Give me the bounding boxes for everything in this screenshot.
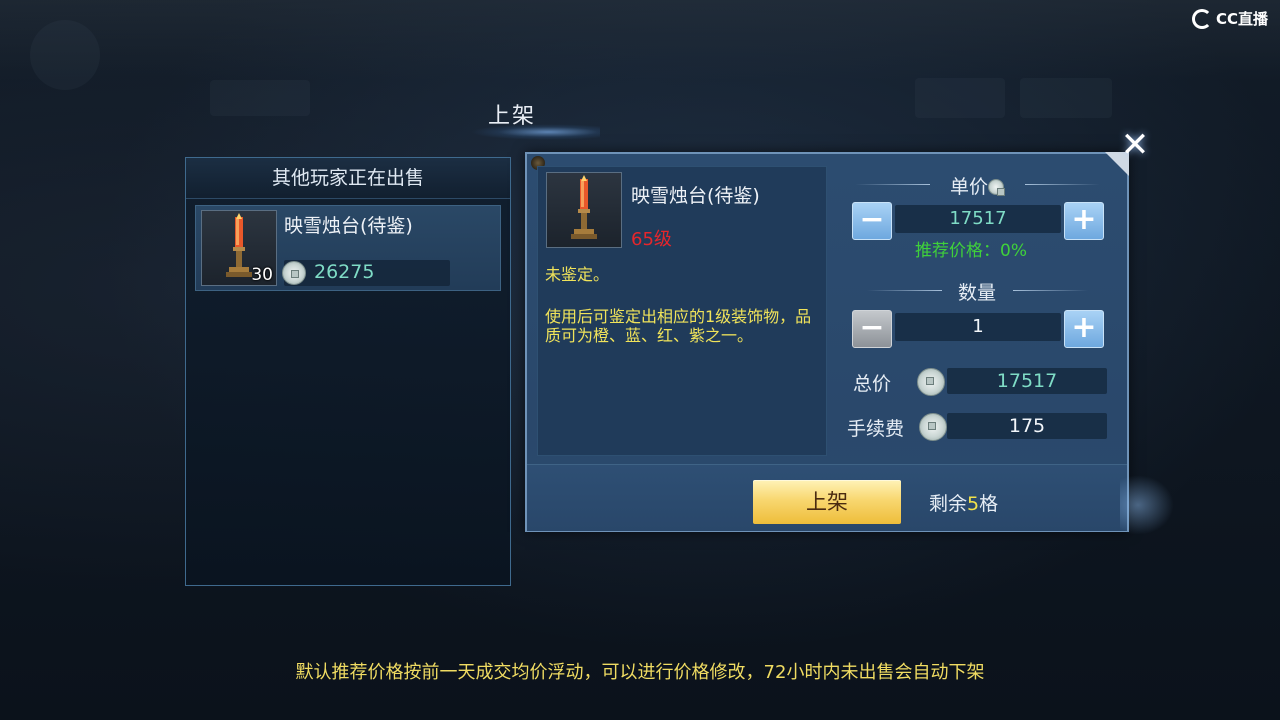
divider <box>1025 184 1100 185</box>
dialog-footer: 上架 剩余5格 <box>527 464 1127 531</box>
item-slot[interactable] <box>546 172 622 248</box>
divider <box>867 290 942 291</box>
unit-price-minus-button[interactable]: − <box>852 202 892 240</box>
divider <box>855 184 930 185</box>
cc-logo-icon <box>1191 8 1212 29</box>
item-slot[interactable]: 30 <box>201 210 277 286</box>
unit-price-plus-button[interactable]: + <box>1064 202 1104 240</box>
background-hud-button <box>1020 78 1112 118</box>
list-item-button[interactable]: 上架 <box>753 480 901 524</box>
unit-price-label: 单价 <box>949 176 988 198</box>
quantity-minus-button[interactable]: − <box>852 310 892 348</box>
background-hud-button <box>210 80 310 116</box>
listing-dialog: 映雪烛台(待鉴) 65级 未鉴定。 使用后可鉴定出相应的1级装饰物，品质可为橙、… <box>525 152 1129 532</box>
watermark-text: CC直播 <box>1215 10 1268 28</box>
total-label: 总价 <box>853 373 892 395</box>
market-listing[interactable]: 30 映雪烛台(待鉴) 26275 <box>195 205 501 291</box>
quantity-field[interactable]: 1 <box>895 313 1061 341</box>
sparkle-decoration <box>1120 470 1180 540</box>
item-status: 未鉴定。 <box>545 265 610 284</box>
game-screen: CC直播 上架 其他玩家正在出售 30 映雪烛台(待鉴) 26275 映雪烛台(… <box>0 0 1280 720</box>
listing-price: 26275 <box>282 260 450 286</box>
quantity-label: 数量 <box>957 282 996 304</box>
watermark: CC直播 <box>1191 8 1268 29</box>
background-avatar <box>30 20 100 90</box>
remaining-slots: 剩余5格 <box>929 489 998 516</box>
coin-icon <box>917 368 945 396</box>
candlestick-icon <box>571 175 597 239</box>
item-info-panel: 映雪烛台(待鉴) 65级 未鉴定。 使用后可鉴定出相应的1级装饰物，品质可为橙、… <box>537 166 827 456</box>
listing-price-value: 26275 <box>314 261 375 283</box>
coin-icon <box>988 179 1005 196</box>
coin-icon <box>919 413 947 441</box>
quantity-header: 数量 <box>837 278 1117 305</box>
remaining-suffix: 格 <box>979 493 999 515</box>
remaining-count: 5 <box>967 493 980 515</box>
listing-notice: 默认推荐价格按前一天成交均价浮动，可以进行价格修改，72小时内未出售会自动下架 <box>295 662 985 683</box>
divider <box>1013 290 1088 291</box>
listing-item-name: 映雪烛台(待鉴) <box>284 215 413 237</box>
item-level: 65级 <box>631 229 672 250</box>
other-sellers-title: 其他玩家正在出售 <box>186 158 510 199</box>
background-hud-button <box>915 78 1005 118</box>
pricing-panel: 单价 − 17517 + 推荐价格：0% 数量 − 1 + 总价 17517 手… <box>837 154 1127 464</box>
item-count: 30 <box>251 265 273 285</box>
total-value: 17517 <box>947 368 1107 394</box>
quantity-plus-button[interactable]: + <box>1064 310 1104 348</box>
unit-price-field[interactable]: 17517 <box>895 205 1061 233</box>
other-sellers-panel: 其他玩家正在出售 30 映雪烛台(待鉴) 26275 <box>185 157 511 586</box>
item-name: 映雪烛台(待鉴) <box>631 185 760 207</box>
background-hud <box>0 0 1280 80</box>
fee-label: 手续费 <box>847 418 905 440</box>
close-icon[interactable]: ✕ <box>1118 128 1152 162</box>
fee-value: 175 <box>947 413 1107 439</box>
item-description: 使用后可鉴定出相应的1级装饰物，品质可为橙、蓝、红、紫之一。 <box>545 307 812 345</box>
dialog-title: 上架 <box>488 104 537 129</box>
coin-icon <box>282 261 306 285</box>
recommend-price-hint: 推荐价格：0% <box>915 241 1027 261</box>
remaining-prefix: 剩余 <box>929 493 968 515</box>
unit-price-header: 单价 <box>837 172 1117 199</box>
